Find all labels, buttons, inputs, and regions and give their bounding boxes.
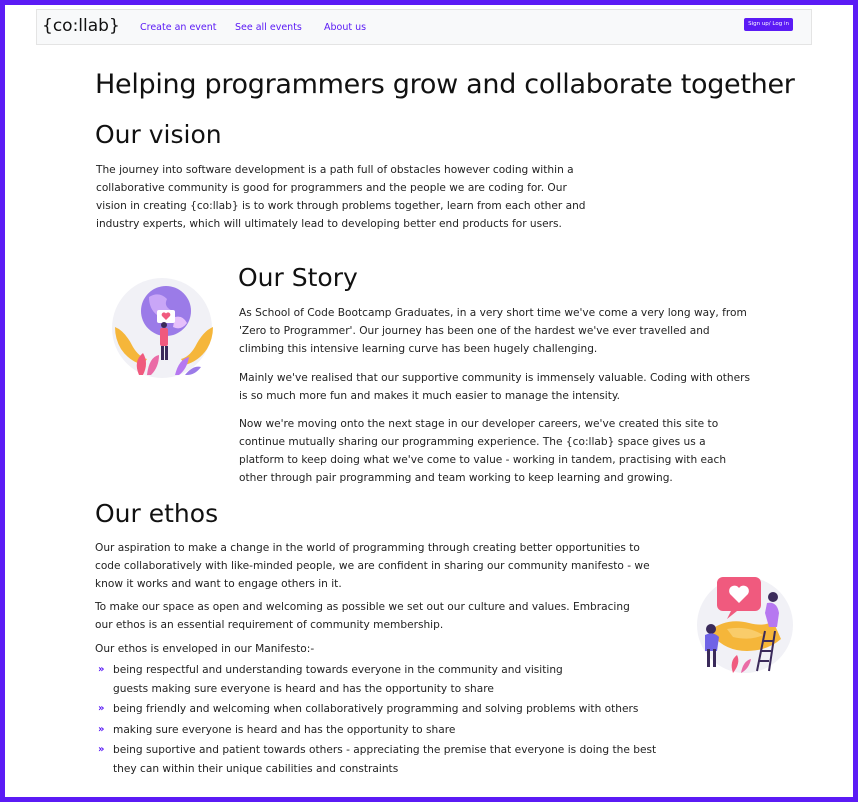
nav-about-us[interactable]: About us [324,22,366,33]
manifesto-item: » being friendly and welcoming when colla… [95,700,675,719]
ethos-paragraph-1: Our aspiration to make a change in the w… [95,542,650,590]
manifesto-item: » being respectful and understanding towa… [95,661,595,698]
ethos-heading: Our ethos [95,499,219,528]
story-paragraph-3: Now we're moving onto the next stage in … [239,418,727,484]
double-chevron-right-icon: » [98,723,105,735]
double-chevron-right-icon: » [98,703,105,714]
story-paragraph-2: Mainly we've realised that our supportiv… [239,372,750,402]
story-heading: Our Story [238,263,358,292]
ethos-paragraph-2: To make our space as open and welcoming … [95,601,630,631]
page-title: Helping programmers grow and collaborate… [95,69,795,100]
nav-see-all-events[interactable]: See all events [235,22,302,33]
navbar: {co:llab} Create an event See all events… [36,9,812,45]
heart-handshake-illustration [687,571,795,679]
manifesto-item: » being suportive and patient towards oth… [95,741,675,778]
double-chevron-right-icon: » [98,744,105,755]
vision-text: The journey into software development is… [96,164,586,230]
manifesto-item: » making sure everyone is heard and has t… [95,721,675,740]
nav-create-event[interactable]: Create an event [140,22,217,33]
signup-login-button[interactable]: Sign up/ Log in [744,18,793,31]
double-chevron-right-icon: » [98,664,105,675]
ethos-paragraph-3: Our ethos is enveloped in our Manifesto:… [95,643,315,655]
manifesto-list: » being respectful and understanding towa… [95,661,675,780]
vision-heading: Our vision [95,120,222,149]
brand-logo[interactable]: {co:llab} [42,16,120,36]
story-paragraph-1: As School of Code Bootcamp Graduates, in… [239,307,747,355]
globe-in-hands-illustration [109,275,215,381]
